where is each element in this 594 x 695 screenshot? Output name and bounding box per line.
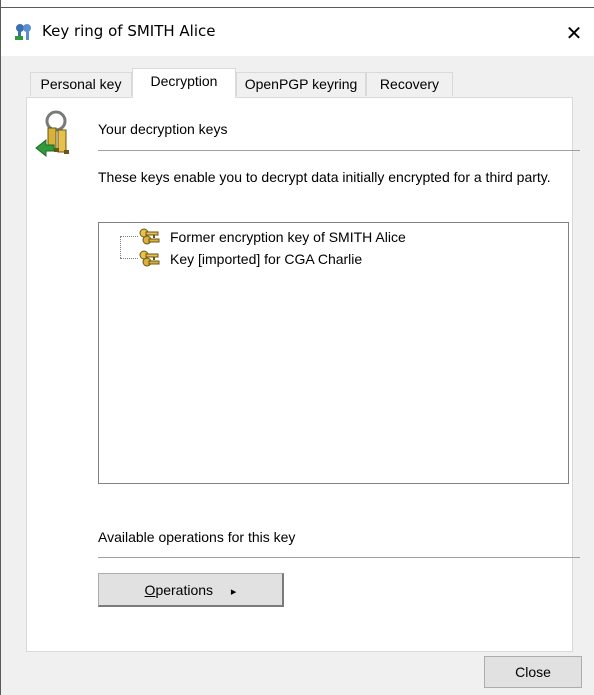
tree-item-label: Key [imported] for CGA Charlie (170, 251, 363, 267)
title-bar[interactable]: Key ring of SMITH Alice ✕ (1, 8, 594, 56)
section-divider (98, 150, 580, 151)
tree-item-label: Former encryption key of SMITH Alice (170, 229, 406, 245)
operations-divider (98, 557, 580, 558)
tab-decryption[interactable]: Decryption (132, 68, 236, 98)
window-title: Key ring of SMITH Alice (42, 22, 216, 40)
tree-connector (120, 258, 138, 259)
key-icon (139, 228, 160, 245)
tab-openpgp-keyring[interactable]: OpenPGP keyring (236, 72, 366, 96)
operations-accel: O (144, 582, 156, 598)
tab-recovery[interactable]: Recovery (366, 72, 453, 96)
chevron-right-icon: ▸ (230, 586, 237, 598)
decryption-keys-tree[interactable]: Former encryption key of SMITH Alice Key… (98, 222, 569, 484)
key-ring-icon (15, 24, 31, 40)
description-text: These keys enable you to decrypt data in… (98, 169, 551, 185)
decryption-keys-icon (35, 110, 69, 158)
key-ring-dialog: Key ring of SMITH Alice ✕ Personal key D… (0, 0, 594, 695)
tab-label: Recovery (379, 76, 440, 92)
close-icon[interactable]: ✕ (553, 16, 594, 50)
tree-connector (120, 236, 138, 237)
tab-label: Personal key (40, 76, 122, 92)
section-title: Your decryption keys (98, 121, 228, 137)
operations-button[interactable]: Operations ▸ (98, 573, 284, 607)
tree-connector (120, 236, 121, 258)
close-button[interactable]: Close (484, 656, 582, 688)
tab-label: Decryption (150, 73, 218, 89)
tab-label: OpenPGP keyring (244, 76, 358, 92)
operations-label: Available operations for this key (98, 529, 296, 545)
tab-personal-key[interactable]: Personal key (30, 72, 132, 96)
key-icon (139, 250, 160, 267)
operations-button-label: perations (155, 582, 214, 598)
